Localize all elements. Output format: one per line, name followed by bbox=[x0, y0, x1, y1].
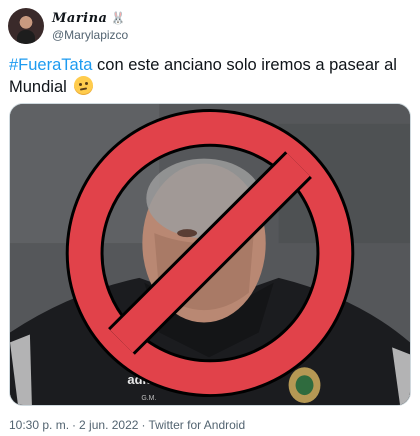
photo-illustration: adidas G.M. bbox=[10, 104, 410, 405]
avatar[interactable] bbox=[8, 8, 44, 44]
separator: · bbox=[72, 418, 77, 432]
tweet-metadata: 10:30 p. m. · 2 jun. 2022 · Twitter for Andr… bbox=[9, 418, 245, 432]
face-with-rolling-eyes-icon bbox=[74, 76, 94, 95]
display-name[interactable]: Marina bbox=[52, 11, 107, 26]
user-handle[interactable]: @Marylapizco bbox=[52, 28, 128, 42]
separator: · bbox=[141, 418, 146, 432]
tweet-time[interactable]: 10:30 p. m. bbox=[9, 418, 69, 432]
tweet-text: #FueraTata con este anciano solo iremos … bbox=[9, 54, 409, 98]
tweet: Marina 🐰 @Marylapizco #FueraTata con est… bbox=[0, 0, 420, 436]
bunny-icon: 🐰 bbox=[110, 11, 126, 25]
tweet-source[interactable]: Twitter for Android bbox=[148, 418, 245, 432]
display-name-row: Marina 🐰 bbox=[52, 11, 128, 26]
hashtag-link[interactable]: #FueraTata bbox=[9, 56, 92, 74]
tweet-image[interactable]: adidas G.M. bbox=[9, 103, 411, 406]
author-names: Marina 🐰 @Marylapizco bbox=[52, 11, 128, 42]
tweet-header: Marina 🐰 @Marylapizco bbox=[8, 8, 128, 44]
tweet-date[interactable]: 2 jun. 2022 bbox=[79, 418, 138, 432]
shirt-initials: G.M. bbox=[141, 395, 156, 402]
